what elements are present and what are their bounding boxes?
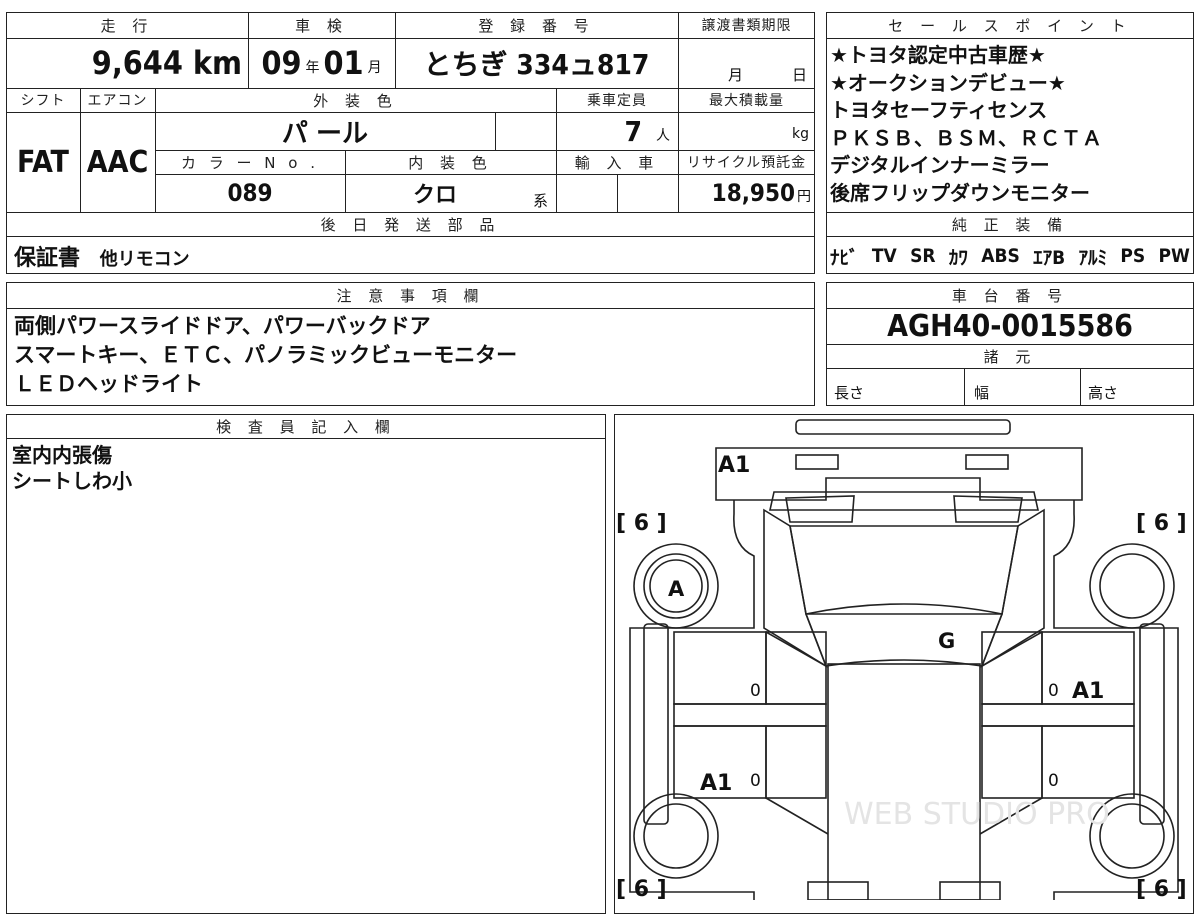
color-number-value: 089	[227, 179, 273, 207]
mark-right-door-a1: A1	[1072, 679, 1104, 704]
mark-rear-left-a: A	[668, 577, 685, 601]
chassis-label: 車 台 番 号	[951, 286, 1069, 305]
capacity-value: 7 人	[624, 114, 670, 148]
interior-color-label: 内 装 色	[408, 153, 493, 172]
sales-point-line: ★オークションデビュー★	[830, 70, 1066, 95]
car-damage-diagram: A1 [ 6 ] [ 6 ] [ 6 ] [ 6 ] A G A1 A1 0 0…	[616, 419, 1187, 900]
equipment-item: PW	[1158, 245, 1190, 267]
notes-line: 両側パワースライドドア、パワーバックドア	[14, 314, 431, 338]
door-zero: 0	[750, 771, 761, 791]
sales-points-list: ★トヨタ認定中古車歴★ ★オークションデビュー★ トヨタセーフティセンス ＰＫＳ…	[830, 42, 1103, 207]
aircon-label: エアコン	[87, 93, 148, 109]
equipment-item: ABS	[981, 245, 1020, 267]
transfer-deadline-label: 譲渡書類期限	[701, 18, 792, 34]
exterior-color-value: パ ール	[281, 118, 369, 149]
aircon-value: AAC	[86, 144, 149, 180]
mark-rear-a1: A1	[718, 453, 750, 478]
inspector-label: 検 査 員 記 入 欄	[216, 417, 396, 436]
shift-label: シフト	[20, 93, 66, 109]
registration-value: とちぎ 334ュ817	[423, 48, 650, 81]
registration-label: 登 録 番 号	[478, 16, 595, 35]
spec-height-label: 高さ	[1088, 384, 1119, 402]
interior-color-value: クロ	[412, 183, 457, 208]
inspector-line: 室内内張傷	[12, 443, 112, 467]
recycle-deposit-value: 18,950 円	[711, 179, 811, 207]
exterior-color-label: 外 装 色	[313, 91, 398, 110]
equipment-item: PS	[1120, 245, 1146, 267]
door-zero: 0	[1048, 771, 1059, 791]
notes-line: ＬＥＤヘッドライト	[14, 372, 203, 396]
sales-points-label: セ ー ル ス ポ イ ン ト	[888, 16, 1132, 35]
door-zero: 0	[750, 681, 761, 701]
max-load-unit: kg	[792, 126, 809, 142]
sales-point-line: ＰＫＳＢ、ＢＳＭ、ＲＣＴＡ	[830, 125, 1103, 150]
tire-rear-left: [ 6 ]	[616, 511, 667, 536]
sales-point-line: 後席フリップダウンモニター	[830, 180, 1090, 205]
mileage-label: 走 行	[100, 16, 154, 35]
inspection-value: 09 年 01 月	[261, 44, 382, 82]
equipment-list: ﾅﾋﾞ TV SR ｶﾜ ABS ｴｱB ｱﾙﾐ PS PW	[830, 238, 1190, 274]
inspector-notes: 室内内張傷 シートしわ小	[12, 442, 132, 494]
transfer-month-unit: 月	[728, 66, 744, 84]
sales-point-line: トヨタセーフティセンス	[830, 98, 1048, 122]
interior-color-unit: 系	[533, 192, 549, 210]
mark-rear-glass-g: G	[938, 629, 955, 653]
inspector-line: シートしわ小	[12, 469, 132, 493]
later-parts-value: 保証書 他リモコン	[14, 246, 190, 271]
import-label: 輸 入 車	[574, 153, 660, 172]
color-number-label: カ ラ ー N o .	[180, 153, 319, 172]
tire-front-left: [ 6 ]	[616, 877, 667, 900]
mark-left-door-a1: A1	[700, 771, 732, 796]
spec-length-label: 長さ	[834, 384, 865, 402]
sales-point-line: ★トヨタ認定中古車歴★	[830, 43, 1046, 67]
transfer-day-unit: 日	[792, 66, 808, 84]
equipment-item: ﾅﾋﾞ	[830, 246, 859, 269]
equipment-item: ｱﾙﾐ	[1078, 246, 1108, 269]
notes-line: スマートキー、ＥＴＣ、パノラミックビューモニター	[14, 343, 518, 367]
spec-width-label: 幅	[974, 384, 990, 402]
specs-label: 諸 元	[983, 347, 1037, 366]
equipment-label: 純 正 装 備	[951, 215, 1069, 234]
tire-rear-right: [ 6 ]	[1136, 511, 1187, 536]
notes-text: 両側パワースライドドア、パワーバックドア スマートキー、ＥＴＣ、パノラミックビュ…	[14, 312, 517, 399]
chassis-number: AGH40-0015586	[887, 308, 1133, 344]
equipment-item: ｴｱB	[1033, 246, 1066, 269]
door-zero: 0	[1048, 681, 1059, 701]
tire-front-right: [ 6 ]	[1136, 877, 1187, 900]
notes-label: 注 意 事 項 欄	[336, 286, 485, 305]
equipment-item: ｶﾜ	[948, 246, 968, 269]
later-parts-label: 後 日 発 送 部 品	[320, 215, 501, 234]
recycle-deposit-label: リサイクル預託金	[686, 155, 807, 171]
inspection-label: 車 検	[295, 16, 348, 35]
shift-value: FAT	[17, 144, 69, 180]
watermark: WEB STUDIO PRO	[844, 797, 1110, 832]
equipment-item: TV	[871, 245, 897, 267]
capacity-label: 乗車定員	[587, 93, 647, 109]
max-load-label: 最大積載量	[709, 93, 784, 109]
equipment-item: SR	[910, 245, 936, 267]
sales-point-line: デジタルインナーミラー	[830, 153, 1050, 177]
mileage-value: 9,644 km	[91, 44, 242, 82]
diagram-marks: A1 [ 6 ] [ 6 ] [ 6 ] [ 6 ] A G A1 A1 0 0…	[616, 453, 1187, 900]
